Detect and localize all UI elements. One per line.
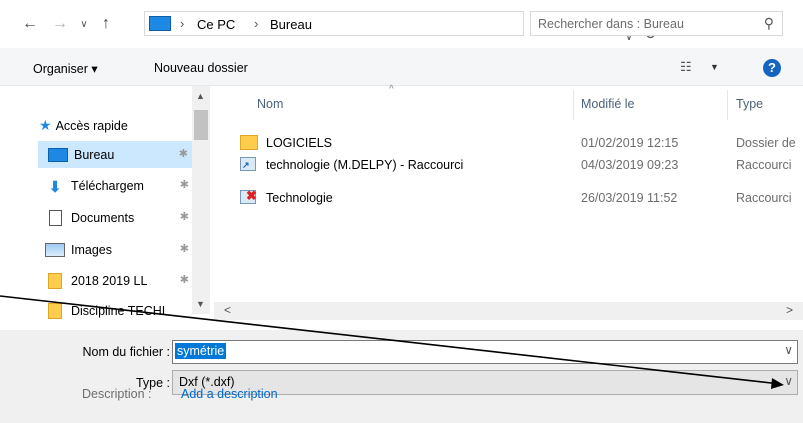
file-type: Raccourci [736, 158, 792, 172]
search-input[interactable]: Rechercher dans : Bureau ⚲ [530, 11, 783, 36]
file-list-horizontal-scrollbar[interactable]: < > [214, 302, 803, 320]
address-bar[interactable]: › Ce PC › Bureau ∨ ↻ [144, 11, 657, 43]
file-name: technologie (M.DELPY) - Raccourci [266, 158, 464, 172]
column-header-type[interactable]: Type [736, 86, 763, 122]
new-folder-button[interactable]: Nouveau dossier [154, 61, 248, 75]
breadcrumb-ce-pc[interactable]: Ce PC [197, 17, 235, 32]
sidebar-item-label: Discipline TECHI [71, 303, 166, 318]
document-icon [45, 209, 65, 226]
folder-icon [45, 272, 65, 289]
column-divider[interactable] [727, 90, 728, 120]
view-dropdown-icon[interactable]: ▼ [710, 62, 719, 72]
nav-pane-scrollbar[interactable]: ▲ ▼ [192, 86, 210, 314]
pin-icon[interactable]: ✱ [180, 210, 189, 223]
table-row[interactable]: ↗ technologie (M.DELPY) - Raccourci 04/0… [236, 154, 803, 176]
filename-field[interactable]: symétrie ∨ [172, 340, 798, 364]
recent-locations-chevron-icon[interactable]: ∨ [74, 13, 94, 35]
file-date: 26/03/2019 11:52 [581, 191, 678, 205]
sidebar-item-label: Documents [71, 210, 135, 225]
filename-dropdown-chevron-icon[interactable]: ∨ [784, 343, 793, 357]
pin-icon[interactable]: ✱ [179, 147, 188, 160]
file-type: Dossier de [736, 136, 796, 150]
breadcrumb-separator[interactable]: › [254, 16, 258, 31]
sidebar-item-bureau[interactable]: Bureau ✱ [38, 141, 194, 168]
filename-label: Nom du fichier : [82, 345, 170, 359]
shortcut-icon: ↗ [240, 157, 256, 171]
table-row[interactable]: LOGICIELS 01/02/2019 12:15 Dossier de [236, 132, 803, 154]
sidebar-item-discipline[interactable]: Discipline TECHI [35, 297, 195, 324]
breadcrumb-bureau[interactable]: Bureau [270, 17, 312, 32]
address-row: ← → ∨ ↑ › Ce PC › Bureau ∨ ↻ Rechercher … [0, 0, 803, 48]
sidebar-item-label: 2018 2019 LL [71, 273, 148, 288]
column-divider[interactable] [573, 90, 574, 120]
column-header-name[interactable]: Nom [257, 86, 283, 122]
up-arrow-icon[interactable]: ↑ [96, 13, 116, 35]
file-name: LOGICIELS [266, 136, 332, 150]
pin-icon[interactable]: ✱ [180, 273, 189, 286]
sidebar-item-documents[interactable]: Documents ✱ [35, 204, 195, 231]
sidebar-item-label: Téléchargem [71, 178, 144, 193]
sidebar-item-telechargements[interactable]: ⬇ Téléchargem ✱ [35, 172, 195, 199]
sidebar-item-label: Bureau [74, 147, 115, 162]
type-dropdown-chevron-icon[interactable]: ∨ [784, 374, 793, 388]
scroll-left-icon[interactable]: < [224, 303, 231, 317]
help-icon[interactable]: ? [763, 59, 781, 77]
file-date: 01/02/2019 12:15 [581, 136, 679, 150]
sidebar-item-quick-access[interactable]: ★ Accès rapide [35, 112, 195, 139]
back-arrow-icon[interactable]: ← [20, 13, 40, 35]
pin-icon[interactable]: ✱ [180, 242, 189, 255]
file-type: Raccourci [736, 191, 792, 205]
sidebar-item-label: Images [71, 242, 112, 257]
file-date: 04/03/2019 09:23 [581, 158, 679, 172]
star-icon: ★ [39, 117, 52, 133]
sidebar-item-label: Accès rapide [55, 118, 128, 133]
scrollbar-thumb[interactable] [194, 110, 208, 140]
table-row[interactable]: ✖ Technologie 26/03/2019 11:52 Raccourci [236, 187, 803, 209]
navigation-pane: ★ Accès rapide Bureau ✱ ⬇ Téléchargem ✱ … [0, 86, 214, 330]
column-header-modified[interactable]: Modifié le [581, 86, 635, 122]
filename-value[interactable]: symétrie [175, 343, 227, 359]
pin-icon[interactable]: ✱ [180, 178, 189, 191]
description-label: Description : [82, 387, 152, 401]
desktop-icon [48, 147, 68, 162]
desktop-icon [149, 16, 171, 31]
scroll-right-icon[interactable]: > [786, 303, 793, 317]
forward-arrow-icon[interactable]: → [50, 13, 70, 35]
scroll-down-icon[interactable]: ▼ [196, 299, 205, 309]
search-icon[interactable]: ⚲ [764, 15, 774, 32]
sort-ascending-icon: ^ [389, 84, 394, 95]
sidebar-item-2018-2019-ll[interactable]: 2018 2019 LL ✱ [35, 267, 195, 294]
add-description-link[interactable]: Add a description [181, 387, 278, 401]
broken-shortcut-icon: ✖ [240, 188, 257, 204]
save-options-panel: Nom du fichier : symétrie ∨ Type : Dxf (… [0, 330, 803, 423]
organize-button[interactable]: Organiser ▾ [33, 61, 98, 76]
breadcrumb-separator[interactable]: › [180, 16, 184, 31]
search-placeholder: Rechercher dans : Bureau [538, 17, 684, 31]
view-options-icon[interactable]: ☷ [680, 59, 692, 75]
folder-icon [240, 135, 258, 150]
folder-icon [45, 302, 65, 319]
download-icon: ⬇ [48, 178, 62, 196]
images-icon [45, 242, 65, 257]
sidebar-item-images[interactable]: Images ✱ [35, 236, 195, 263]
file-name: Technologie [266, 191, 333, 205]
command-toolbar: Organiser ▾ Nouveau dossier ☷ ▼ ? [0, 48, 803, 86]
scroll-up-icon[interactable]: ▲ [196, 91, 205, 101]
